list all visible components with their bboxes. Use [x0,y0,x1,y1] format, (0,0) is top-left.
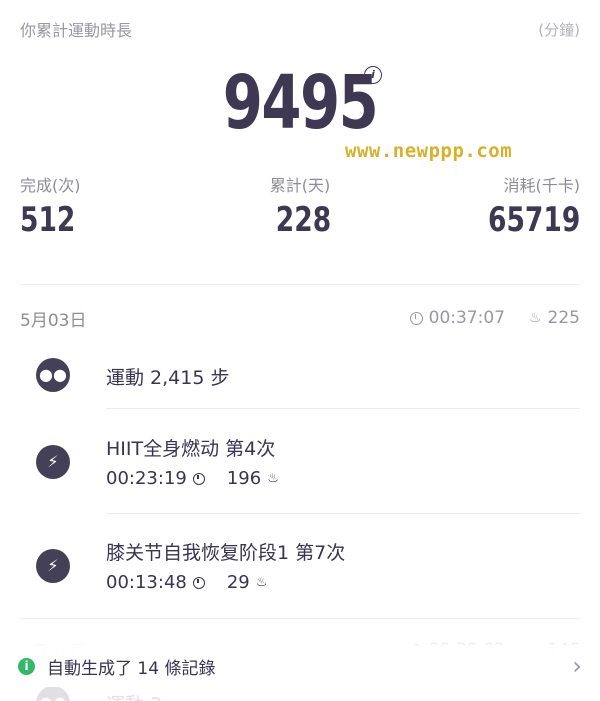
section-divider [20,618,580,619]
clock-icon [409,311,423,325]
stat-label: 累計(天) [269,176,331,195]
stat-calories: 消耗(千卡) 65719 [462,172,580,240]
stat-value: 65719 [487,200,580,240]
stat-value: 512 [20,200,76,240]
list-item[interactable]: ●● 運動 2,415 步 [36,355,580,415]
summary-unit: (分鐘) [538,20,580,39]
clock-icon [192,576,205,589]
entry-title: 運動 2,415 步 [106,367,230,389]
entry-divider [106,513,580,514]
day-duration: 00:37:07 [409,308,505,328]
stat-label: 消耗(千卡) [503,176,581,195]
watermark-text: www.newppp.com [345,140,513,162]
auto-records-banner[interactable]: i 自動生成了 14 條記錄 › [0,645,600,687]
day-calories: ♨ 225 [529,308,580,328]
entry-duration: 00:23:19 [106,468,187,489]
day-date: 5月03日 [20,310,87,331]
stat-completed: 完成(次) 512 [20,172,91,240]
stats-row: 完成(次) 512 累計(天) 228 消耗(千卡) 65719 [20,172,580,252]
fire-icon: ♨ [267,471,279,486]
footsteps-icon: ●● [36,686,70,701]
day-duration-value: 00:37:07 [428,308,505,328]
fire-icon: ♨ [255,575,268,590]
chevron-right-icon[interactable]: › [572,652,582,680]
entry-stats: 00:13:48 29 ♨ [106,572,289,593]
day-calories-value: 225 [547,308,580,328]
info-check-icon: i [18,657,35,675]
total-duration: 9495 i [0,58,600,148]
list-item[interactable]: ●● 運動 3, [36,686,580,701]
summary-header: 你累計運動時長 (分鐘) [20,16,580,42]
summary-title: 你累計運動時長 [20,21,133,40]
list-item[interactable]: ⚡ 膝关节自我恢复阶段1 第7次 00:13:48 29 ♨ [36,538,580,602]
footsteps-icon: ●● [36,358,70,392]
entry-calories: 196 [226,468,262,489]
entry-duration: 00:13:48 [106,572,187,593]
entry-title: HIIT全身燃动 第4次 [106,438,276,460]
stat-label: 完成(次) [20,176,81,195]
entry-title: 運動 3, [106,690,168,701]
list-item[interactable]: ⚡ HIIT全身燃动 第4次 00:23:19 196 ♨ [36,434,580,498]
section-divider [20,284,580,285]
total-minutes-value: 9495 [222,60,379,146]
lightning-icon: ⚡ [36,549,70,583]
entry-divider [106,408,580,409]
fire-icon: ♨ [528,310,542,326]
banner-message: 自動生成了 14 條記錄 [47,658,216,679]
stat-value: 228 [275,200,332,240]
info-icon[interactable]: i [364,66,382,84]
entry-stats: 00:23:19 196 ♨ [106,468,301,489]
entry-title: 膝关节自我恢复阶段1 第7次 [106,542,346,564]
entry-calories: 29 [226,572,250,593]
stat-days: 累計(天) 228 [268,172,332,240]
clock-icon [192,472,205,485]
day-header: 5月03日 00:37:07 ♨ 225 [20,306,580,331]
lightning-icon: ⚡ [36,445,70,479]
